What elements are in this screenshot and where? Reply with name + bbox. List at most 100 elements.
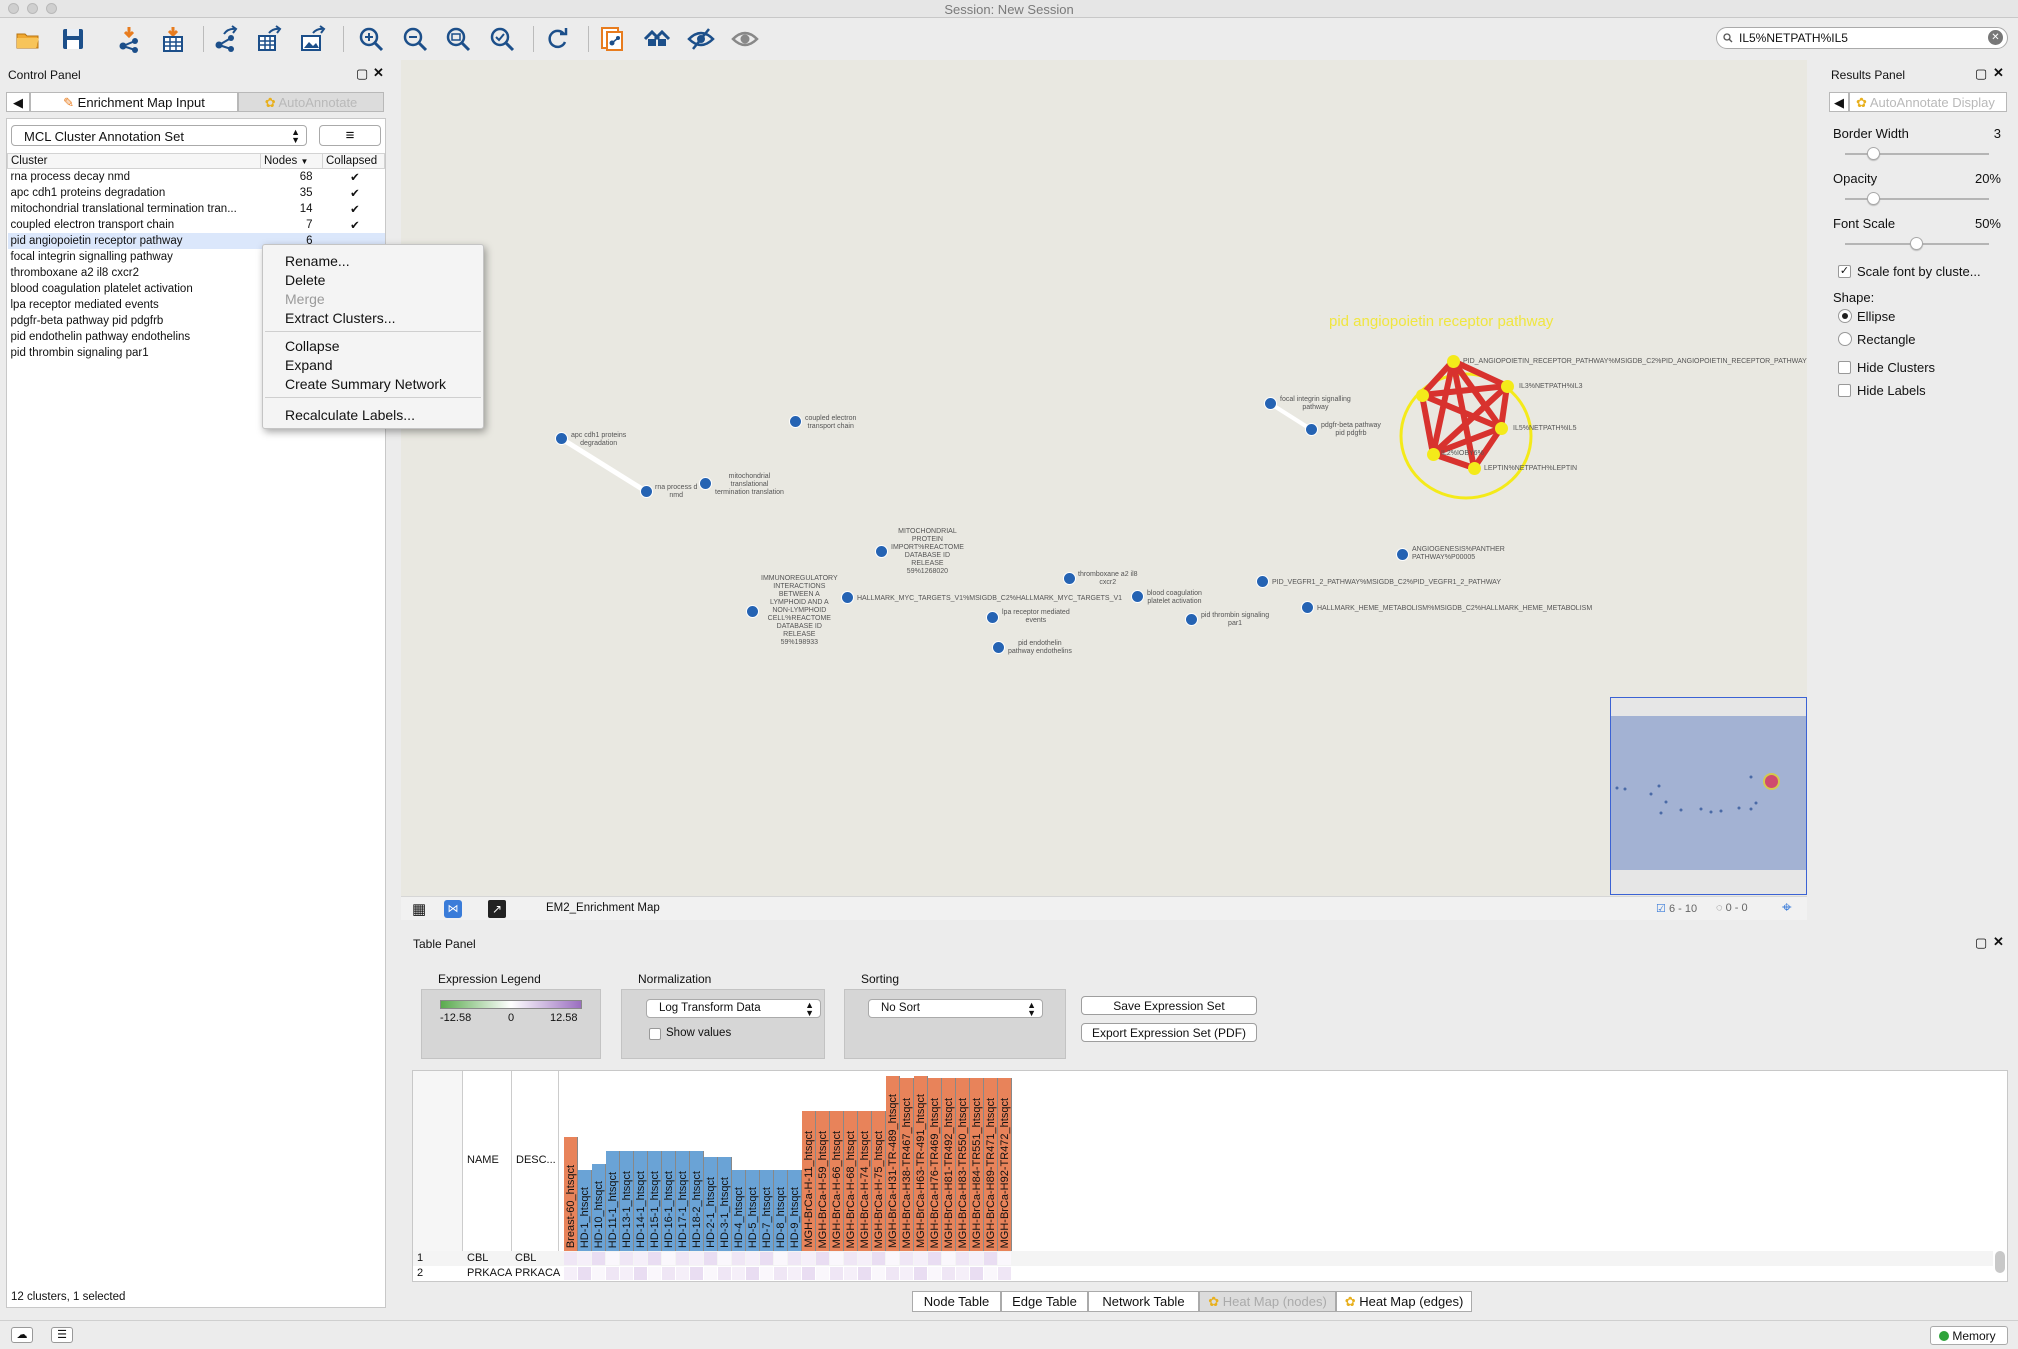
tab-enrichment-map-input[interactable]: ✎ Enrichment Map Input (30, 92, 238, 112)
node-lpa[interactable] (986, 611, 999, 624)
heatmap-column-header[interactable]: HD-10_htsqct (592, 1163, 606, 1251)
grid-view-icon[interactable]: ▦ (412, 900, 426, 918)
zoom-selected-icon[interactable] (487, 24, 517, 54)
column-header-nodes[interactable]: Nodes ▼ (260, 153, 323, 169)
heatmap-column-header[interactable]: HD-15-1_htsqct (648, 1150, 662, 1251)
node-thrombin[interactable] (1185, 613, 1198, 626)
network-canvas[interactable]: pid angiopoietin receptor pathway PID_AN… (401, 60, 1807, 896)
hide-icon[interactable] (686, 24, 716, 54)
heatmap-column-header[interactable]: HD-17-1_htsqct (676, 1150, 690, 1251)
node-immuno[interactable] (746, 605, 759, 618)
heatmap-column-header[interactable]: HD-18-2_htsqct (690, 1150, 704, 1251)
heatmap-column-header[interactable]: MGH-BrCa-H31-TR-489_htsqct (886, 1076, 900, 1251)
cloud-icon[interactable]: ☁ (11, 1327, 33, 1343)
node-focal[interactable] (1264, 397, 1277, 410)
heatmap-column-header[interactable]: HD-3-1_htsqct (718, 1157, 732, 1251)
zoom-in-icon[interactable] (356, 24, 386, 54)
refresh-icon[interactable] (542, 24, 572, 54)
hide-clusters-checkbox[interactable] (1838, 361, 1851, 374)
font-scale-slider[interactable] (1910, 237, 1923, 250)
heatmap-column-header[interactable]: MGH-BrCa-H38-TR467_htsqct (900, 1078, 914, 1251)
tab-heat-map-edges[interactable]: ✿ Heat Map (edges) (1336, 1291, 1472, 1312)
node-mito[interactable] (699, 477, 712, 490)
cluster-row[interactable]: apc cdh1 proteins degradation 35 ✔ (8, 185, 385, 201)
opacity-slider[interactable] (1866, 192, 1880, 205)
new-network-icon[interactable] (597, 24, 627, 54)
export-table-icon[interactable] (254, 24, 284, 54)
heatmap-column-header[interactable]: HD-1_htsqct (578, 1170, 592, 1251)
node-apc[interactable] (555, 432, 568, 445)
heatmap-row[interactable]: 2 PRKACA PRKACA (413, 1266, 1993, 1281)
heatmap-column-header[interactable]: HD-4_htsqct (732, 1170, 746, 1251)
sorting-select[interactable]: No Sort ▲ ▼ (868, 999, 1043, 1018)
heatmap-column-header[interactable]: MGH-BrCa-H81-TR492_htsqct (942, 1078, 956, 1251)
table-panel-close-button[interactable]: ✕ (1993, 934, 2004, 950)
node-blood[interactable] (1131, 590, 1144, 603)
menu-item-recalculate-labels[interactable]: Recalculate Labels... (285, 407, 415, 423)
save-icon[interactable] (58, 24, 88, 54)
name-header[interactable]: NAME (463, 1071, 512, 1251)
save-expression-set-button[interactable]: Save Expression Set (1081, 996, 1257, 1015)
clear-search-icon[interactable]: ✕ (1988, 30, 2003, 45)
heatmap-scrollbar[interactable] (1995, 1251, 2005, 1273)
import-network-icon[interactable] (114, 24, 144, 54)
heatmap-column-header[interactable]: HD-8_htsqct (774, 1170, 788, 1251)
column-header-cluster[interactable]: Cluster (7, 153, 261, 169)
cluster-row[interactable]: coupled electron transport chain 7 ✔ (8, 217, 385, 233)
node-myc[interactable] (841, 591, 854, 604)
cluster-label[interactable]: pid angiopoietin receptor pathway (1329, 313, 1553, 330)
node-angiopoietin[interactable] (1447, 355, 1460, 368)
control-panel-close-button[interactable]: ✕ (373, 65, 384, 81)
node-il3[interactable] (1501, 380, 1514, 393)
node-endothelin[interactable] (992, 641, 1005, 654)
heatmap-column-header[interactable]: HD-16-1_htsqct (662, 1150, 676, 1251)
open-folder-icon[interactable] (13, 24, 43, 54)
column-header-collapsed[interactable]: Collapsed (322, 153, 385, 169)
heatmap-column-header[interactable]: MGH-BrCa-H-66_htsqct (830, 1111, 844, 1251)
cluster-row[interactable]: rna process decay nmd 68 ✔ (8, 169, 385, 185)
hide-labels-checkbox[interactable] (1838, 384, 1851, 397)
menu-item-collapse[interactable]: Collapse (285, 338, 339, 354)
share-network-icon[interactable] (211, 24, 241, 54)
search-input[interactable]: IL5%NETPATH%IL5 ✕ (1716, 27, 2008, 49)
heatmap-column-header[interactable]: MGH-BrCa-H-11_htsqct (802, 1111, 816, 1251)
heatmap-column-header[interactable]: Breast-60_htsqct (564, 1137, 578, 1251)
tab-edge-table[interactable]: Edge Table (1001, 1291, 1088, 1312)
node-angio[interactable] (1396, 548, 1409, 561)
tab-autoannotate[interactable]: ✿ AutoAnnotate (238, 92, 384, 112)
node-heme[interactable] (1301, 601, 1314, 614)
node-coupled[interactable] (789, 415, 802, 428)
results-panel-close-button[interactable]: ✕ (1993, 65, 2004, 81)
memory-button[interactable]: Memory (1930, 1326, 2008, 1345)
heatmap-column-header[interactable]: MGH-BrCa-H63-TR-491_htsqct (914, 1076, 928, 1251)
home-icon[interactable] (642, 24, 672, 54)
export-image-icon[interactable] (298, 24, 328, 54)
node-vegfr[interactable] (1256, 575, 1269, 588)
shape-rectangle-radio[interactable] (1838, 332, 1852, 346)
heatmap-column-header[interactable]: HD-13-1_htsqct (620, 1150, 634, 1251)
annotation-set-select[interactable]: MCL Cluster Annotation Set ▲ ▼ (11, 125, 307, 146)
shape-ellipse-radio[interactable] (1838, 309, 1852, 323)
heatmap-column-header[interactable]: HD-7_htsqct (760, 1170, 774, 1251)
results-panel-float-button[interactable]: ▢ (1975, 66, 1987, 82)
heatmap-column-header[interactable]: MGH-BrCa-H-74_htsqct (858, 1111, 872, 1251)
tab-scroll-left-icon[interactable]: ◀ (6, 92, 30, 112)
heatmap-column-header[interactable]: HD-11-1_htsqct (606, 1150, 620, 1251)
task-list-icon[interactable]: ☰ (51, 1327, 73, 1343)
heatmap-column-header[interactable]: MGH-BrCa-H92-TR472_htsqct (998, 1078, 1012, 1251)
heatmap-column-header[interactable]: HD-14-1_htsqct (634, 1150, 648, 1251)
cluster-row[interactable]: mitochondrial translational termination … (8, 201, 385, 217)
menu-item-rename[interactable]: Rename... (285, 253, 350, 269)
node-pdgfb[interactable] (1305, 423, 1318, 436)
node-ikkb[interactable] (1427, 448, 1440, 461)
results-tab-scroll-left-icon[interactable]: ◀ (1829, 92, 1849, 112)
network-overview[interactable] (1610, 697, 1807, 895)
heatmap-column-header[interactable]: HD-2-1_htsqct (704, 1157, 718, 1251)
node-mito-protein[interactable] (875, 545, 888, 558)
heatmap-row[interactable]: 1 CBL CBL (413, 1251, 1993, 1266)
node-il2[interactable] (1416, 389, 1429, 402)
heatmap-column-header[interactable]: MGH-BrCa-H84-TR551_htsqct (970, 1078, 984, 1251)
export-expression-set-button[interactable]: Export Expression Set (PDF) (1081, 1023, 1257, 1042)
border-width-slider[interactable] (1866, 147, 1880, 160)
tab-network-table[interactable]: Network Table (1088, 1291, 1199, 1312)
